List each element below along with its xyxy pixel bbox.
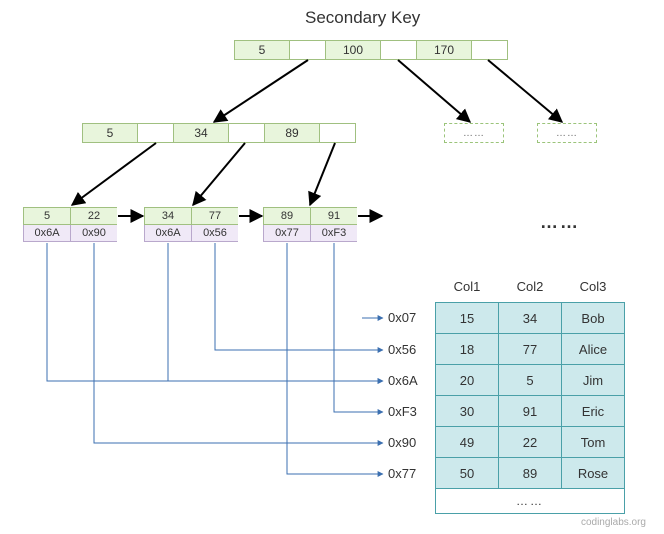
table-cell: 5	[499, 365, 562, 396]
btree-internal-node: 5 34 89	[82, 123, 356, 143]
leaf-key: 91	[311, 207, 357, 225]
arrow-internal-to-leaf	[193, 143, 245, 205]
row-address: 0x56	[388, 342, 416, 357]
internal-ptr	[138, 124, 174, 142]
table-row: 18 77 Alice	[436, 334, 625, 365]
root-ptr	[472, 41, 507, 59]
pointer-line	[215, 243, 383, 350]
table-cell: 50	[436, 458, 499, 489]
diagram-title: Secondary Key	[305, 8, 420, 28]
pointer-line	[94, 243, 383, 443]
btree-node-placeholder: ……	[444, 123, 504, 143]
table-row: 20 5 Jim	[436, 365, 625, 396]
table-row: 30 91 Eric	[436, 396, 625, 427]
root-key: 5	[235, 41, 290, 59]
table-cell: 49	[436, 427, 499, 458]
table-cell: Bob	[562, 303, 625, 334]
arrow-internal-to-leaf	[310, 143, 335, 205]
pointer-line	[47, 243, 383, 381]
table-cell: Eric	[562, 396, 625, 427]
arrow-root-to-internal	[214, 60, 308, 122]
table-cell: 18	[436, 334, 499, 365]
table-cell: 22	[499, 427, 562, 458]
row-address: 0x07	[388, 310, 416, 325]
row-address: 0xF3	[388, 404, 417, 419]
internal-key: 5	[83, 124, 138, 142]
table-header: Col2	[499, 275, 562, 303]
leaf-key: 5	[23, 207, 71, 225]
leaf-pointer: 0x77	[263, 225, 311, 242]
btree-leaf-node: 89 91 0x77 0xF3	[263, 207, 357, 242]
table-row: 49 22 Tom	[436, 427, 625, 458]
btree-leaf-node: 5 22 0x6A 0x90	[23, 207, 117, 242]
root-key: 170	[417, 41, 472, 59]
btree-node-placeholder: ……	[537, 123, 597, 143]
leaf-pointer: 0x6A	[23, 225, 71, 242]
table-cell: 30	[436, 396, 499, 427]
table-cell: 77	[499, 334, 562, 365]
leaf-key: 77	[192, 207, 238, 225]
leaf-pointer: 0x6A	[144, 225, 192, 242]
btree-leaf-node: 34 77 0x6A 0x56	[144, 207, 238, 242]
leaf-pointer: 0x90	[71, 225, 117, 242]
pointer-line	[168, 243, 383, 381]
table-cell: Rose	[562, 458, 625, 489]
data-table: Col1 Col2 Col3 15 34 Bob 18 77 Alice 20 …	[435, 275, 625, 514]
table-cell: 34	[499, 303, 562, 334]
table-ellipsis: ……	[436, 489, 625, 514]
leaf-key: 34	[144, 207, 192, 225]
root-key: 100	[326, 41, 381, 59]
row-address: 0x90	[388, 435, 416, 450]
leaf-continuation-dots: ……	[540, 212, 580, 233]
root-ptr	[290, 41, 326, 59]
leaf-key: 22	[71, 207, 117, 225]
leaf-pointer: 0xF3	[311, 225, 357, 242]
table-cell: 89	[499, 458, 562, 489]
table-cell: Jim	[562, 365, 625, 396]
table-ellipsis-row: ……	[436, 489, 625, 514]
pointer-line	[334, 243, 383, 412]
leaf-pointer: 0x56	[192, 225, 238, 242]
table-header: Col1	[436, 275, 499, 303]
internal-ptr	[229, 124, 265, 142]
pointer-line	[287, 243, 383, 474]
table-row: 50 89 Rose	[436, 458, 625, 489]
arrow-root-to-placeholder	[398, 60, 470, 122]
row-address: 0x6A	[388, 373, 418, 388]
table-cell: Tom	[562, 427, 625, 458]
internal-key: 89	[265, 124, 320, 142]
table-header-row: Col1 Col2 Col3	[436, 275, 625, 303]
row-address: 0x77	[388, 466, 416, 481]
table-header: Col3	[562, 275, 625, 303]
table-cell: 15	[436, 303, 499, 334]
table-cell: 91	[499, 396, 562, 427]
root-ptr	[381, 41, 417, 59]
btree-root-node: 5 100 170	[234, 40, 508, 60]
internal-key: 34	[174, 124, 229, 142]
table-row: 15 34 Bob	[436, 303, 625, 334]
arrow-root-to-placeholder	[488, 60, 562, 122]
attribution: codinglabs.org	[581, 517, 646, 528]
table-cell: 20	[436, 365, 499, 396]
internal-ptr	[320, 124, 355, 142]
table-cell: Alice	[562, 334, 625, 365]
leaf-key: 89	[263, 207, 311, 225]
arrow-internal-to-leaf	[72, 143, 156, 205]
